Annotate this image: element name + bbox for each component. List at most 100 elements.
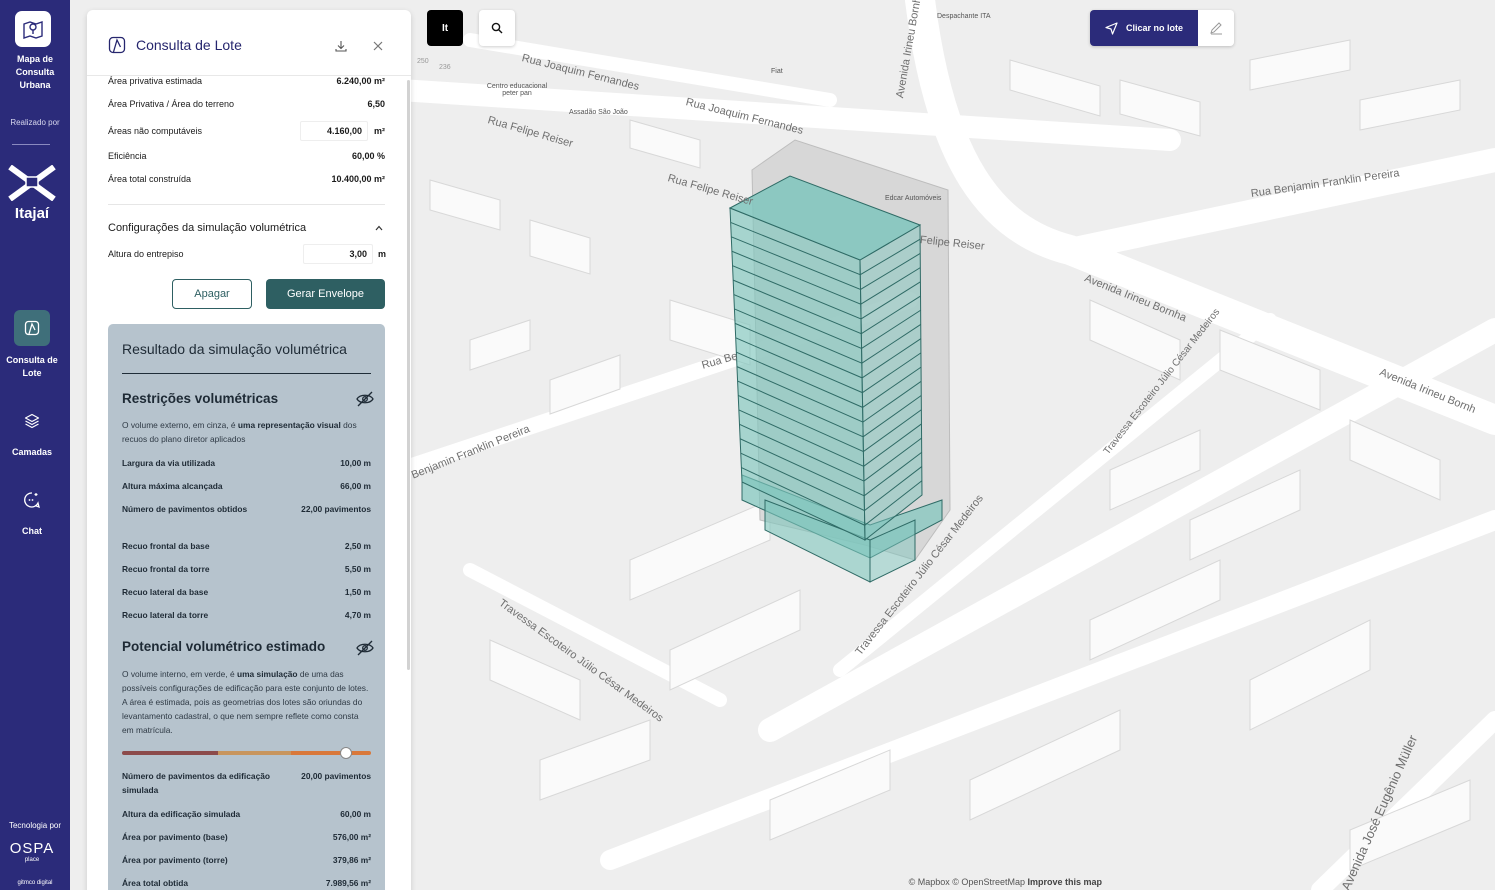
search-icon — [491, 22, 503, 34]
result-row: Recuo lateral da base 1,50 m — [122, 585, 371, 599]
non-computable-area-input[interactable]: 4.160,00 — [300, 121, 368, 141]
info-row: Eficiência 60,00 % — [108, 151, 385, 161]
eye-off-icon[interactable] — [356, 640, 374, 656]
poi-label: Centro educacional peter pan — [486, 83, 548, 97]
eye-off-icon[interactable] — [356, 391, 374, 407]
desc-text: O volume externo, em cinza, é — [122, 420, 238, 430]
result-row: Número de pavimentos da edificação simul… — [122, 769, 371, 797]
gitmco-label: gitmco digital — [17, 880, 53, 886]
section-divider — [108, 204, 385, 205]
generate-envelope-button[interactable]: Gerar Envelope — [266, 279, 385, 309]
result-row-value: 576,00 m² — [332, 832, 371, 842]
info-row: Área privativa estimada 6.240,00 m² — [108, 76, 385, 86]
lot-query-icon — [108, 36, 126, 54]
result-row: Área por pavimento (base) 576,00 m² — [122, 830, 371, 844]
close-icon[interactable] — [373, 41, 383, 51]
result-row-label: Número de pavimentos obtidos — [122, 504, 248, 514]
result-row-label: Recuo lateral da torre — [122, 610, 209, 620]
info-row: Área total construída 10.400,00 m² — [108, 174, 385, 184]
it-button[interactable]: It — [427, 10, 463, 46]
info-row: Áreas não computáveis — [108, 126, 202, 136]
row-label: Área privativa estimada — [108, 76, 203, 86]
click-lot-label: Clicar no lote — [1125, 23, 1183, 33]
result-row-label: Recuo lateral da base — [122, 587, 209, 597]
nav-chat-label[interactable]: Chat — [0, 525, 64, 538]
map-search-button[interactable] — [479, 10, 515, 46]
download-icon[interactable] — [335, 40, 347, 52]
made-by-label: Realizado por — [10, 118, 60, 127]
poi-label: Despachante ITA — [937, 13, 991, 20]
result-row-value: 1,50 m — [344, 587, 371, 597]
panel-header: Consulta de Lote — [87, 10, 411, 76]
row-value: 6.240,00 m² — [336, 76, 385, 86]
result-row-label: Área por pavimento (torre) — [122, 855, 228, 865]
panel-scrollbar[interactable] — [407, 80, 410, 670]
desc-text: O volume interno, em verde, é — [122, 669, 237, 679]
sim-config-title[interactable]: Configurações da simulação volumétrica — [108, 222, 306, 234]
slider-segment — [218, 751, 291, 755]
click-lot-toolbar: Clicar no lote — [1090, 10, 1234, 46]
poi-label: 236 — [439, 64, 451, 71]
floors-slider-track[interactable] — [122, 751, 371, 755]
slider-segment — [122, 751, 219, 755]
potential-title: Potencial volumétrico estimado — [122, 639, 326, 654]
result-row-label: Área total obtida — [122, 878, 189, 888]
poi-label: Assadão São João — [569, 109, 628, 116]
tech-by-label: Tecnologia por — [8, 821, 62, 830]
desc-bold: uma simulação — [236, 669, 298, 679]
result-row-label: Altura da edificação simulada — [122, 809, 241, 819]
left-nav-rail: Mapa de Consulta Urbana Realizado por It… — [0, 0, 70, 890]
result-row: Número de pavimentos obtidos 22,00 pavime… — [122, 502, 371, 516]
chat-icon — [24, 492, 40, 509]
city-name: Itajaí — [14, 205, 50, 222]
result-row: Recuo frontal da base 2,50 m — [122, 539, 371, 553]
panel-title: Consulta de Lote — [136, 37, 242, 53]
floors-slider-thumb[interactable] — [340, 747, 353, 759]
lot-query-panel: Consulta de Lote Área privativa estimada… — [87, 10, 411, 890]
row-value: 60,00 % — [351, 151, 385, 161]
row-label: Área total construída — [108, 174, 192, 184]
row-label: Área Privativa / Área do terreno — [108, 99, 235, 109]
row-label: Eficiência — [108, 151, 147, 161]
chevron-up-icon[interactable] — [375, 225, 383, 231]
nav-layers-label[interactable]: Camadas — [0, 446, 64, 459]
result-row-value: 7.989,56 m² — [325, 878, 371, 888]
row-value: 10.400,00 m² — [331, 174, 385, 184]
improve-map-link[interactable]: Improve this map — [1027, 877, 1102, 887]
result-row: Área total obtida 7.989,56 m² — [122, 876, 371, 890]
row-value: 6,50 — [367, 99, 385, 109]
result-row: Recuo lateral da torre 4,70 m — [122, 608, 371, 622]
ospa-logo-text: OSPA — [9, 840, 55, 857]
nav-layers-button[interactable] — [14, 403, 50, 439]
input-unit: m — [378, 249, 387, 259]
poi-label: Fiat — [771, 68, 783, 75]
click-lot-button[interactable]: Clicar no lote — [1090, 10, 1198, 46]
nav-lot-query-button[interactable] — [14, 310, 50, 346]
result-row-value: 2,50 m — [344, 541, 371, 551]
attribution-text: © Mapbox © OpenStreetMap — [908, 877, 1028, 887]
edit-button[interactable] — [1198, 10, 1234, 46]
result-row-label: Número de pavimentos da edificação simul… — [122, 771, 271, 795]
lot-query-icon — [24, 320, 40, 336]
map-pin-icon — [23, 21, 43, 39]
result-row-value: 5,50 m — [344, 564, 371, 574]
rail-divider — [12, 144, 50, 145]
desc-bold: uma representação visual — [237, 420, 341, 430]
itajai-emblem-icon — [8, 164, 56, 202]
result-row-value: 20,00 pavimentos — [301, 771, 371, 781]
poi-label: 250 — [417, 58, 429, 65]
itajai-logo: Itajaí — [8, 164, 56, 227]
floor-height-input[interactable]: 3,00 — [303, 244, 373, 264]
layers-icon — [24, 413, 40, 429]
nav-chat-button[interactable] — [14, 482, 50, 518]
poi-label: Edcar Automóveis — [885, 195, 942, 202]
result-row-value: 22,00 pavimentos — [301, 504, 371, 514]
app-logo[interactable] — [15, 11, 51, 47]
nav-lot-query-label[interactable]: Consulta de Lote — [0, 354, 64, 380]
result-title: Resultado da simulação volumétrica — [122, 341, 347, 357]
result-row-label: Área por pavimento (base) — [122, 832, 228, 842]
ospa-logo-sub: place — [24, 857, 40, 863]
delete-button[interactable]: Apagar — [172, 279, 252, 309]
restrictions-description: O volume externo, em cinza, é uma repres… — [122, 418, 372, 446]
potential-description: O volume interno, em verde, é uma simula… — [122, 667, 372, 737]
